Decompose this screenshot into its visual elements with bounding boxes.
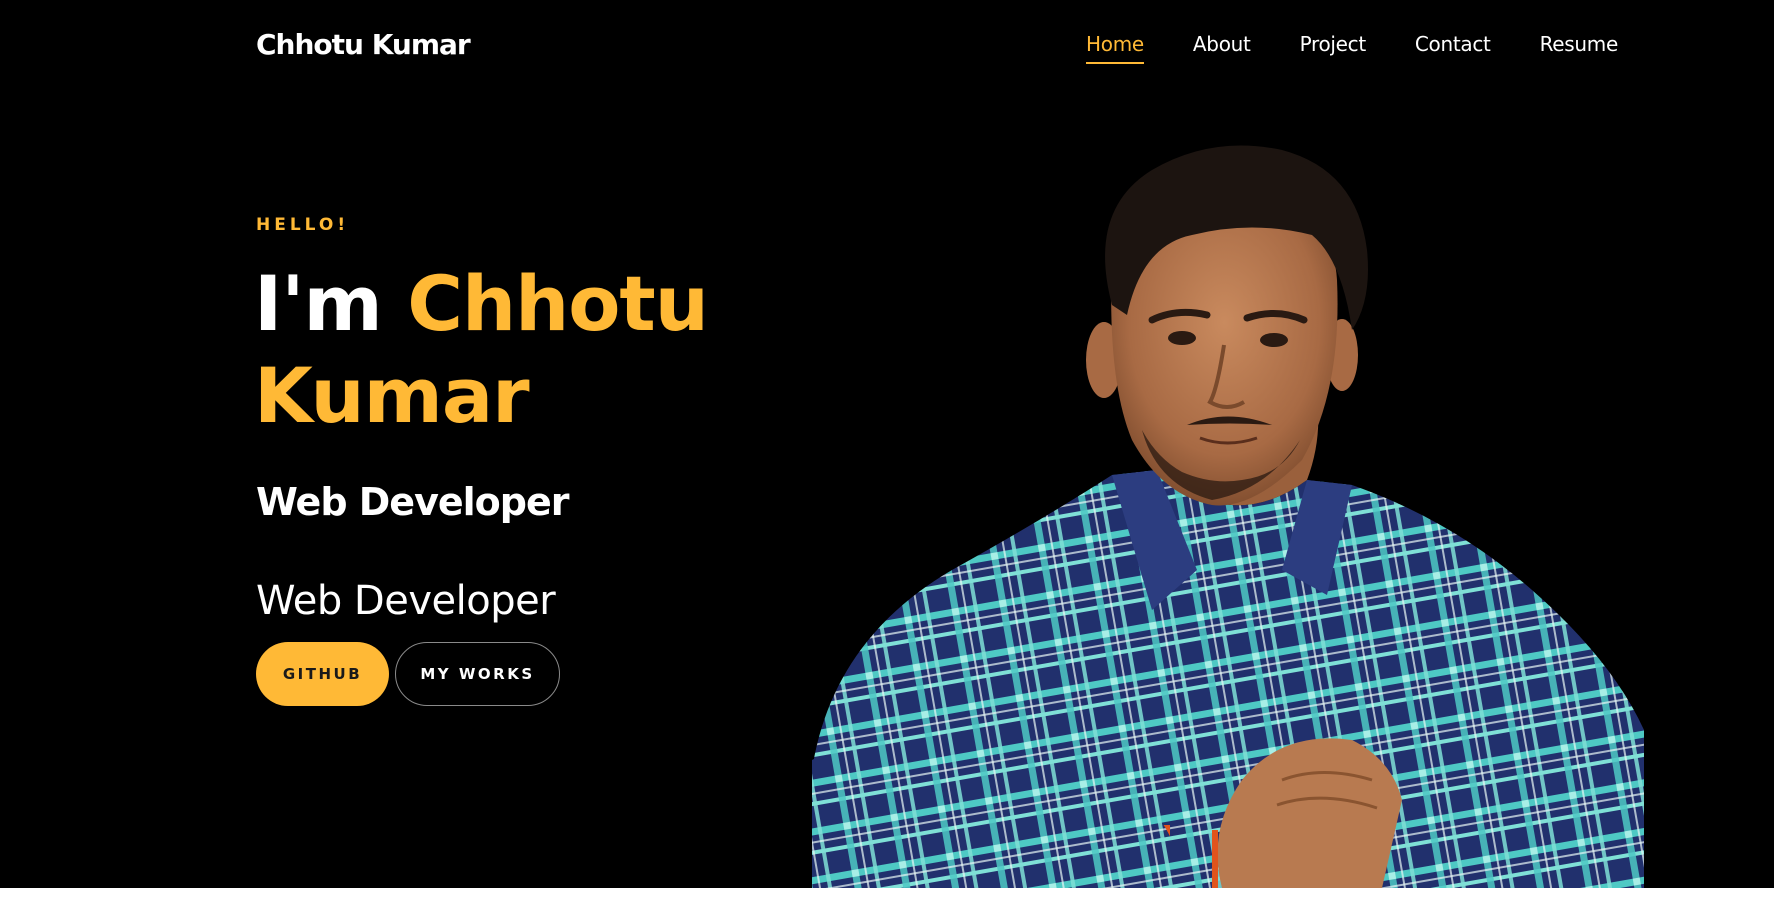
portrait-image <box>812 145 1644 888</box>
nav-link-resume[interactable]: Resume <box>1540 32 1619 64</box>
github-button[interactable]: GITHUB <box>256 642 389 706</box>
my-works-button[interactable]: MY WORKS <box>395 642 560 706</box>
hero-intro: I'm <box>254 259 383 348</box>
nav-link-project[interactable]: Project <box>1300 32 1367 64</box>
hero-greeting: HELLO! <box>256 215 350 235</box>
brand-logo[interactable]: Chhotu Kumar <box>256 28 471 61</box>
hero-typed-role: Web Developer <box>256 578 556 624</box>
hero-last-name: Kumar <box>254 351 530 440</box>
hero-section: Chhotu Kumar Home About Project Contact … <box>0 0 1774 888</box>
nav-link-about[interactable]: About <box>1193 32 1251 64</box>
next-section <box>0 888 1774 920</box>
nav-link-home[interactable]: Home <box>1086 32 1144 64</box>
hero-first-name: Chhotu <box>407 259 709 348</box>
hero-role: Web Developer <box>256 480 569 524</box>
nav-link-contact[interactable]: Contact <box>1415 32 1491 64</box>
main-nav: Home About Project Contact Resume <box>1086 32 1618 64</box>
hero-headline: I'm Chhotu Kumar <box>254 258 794 442</box>
